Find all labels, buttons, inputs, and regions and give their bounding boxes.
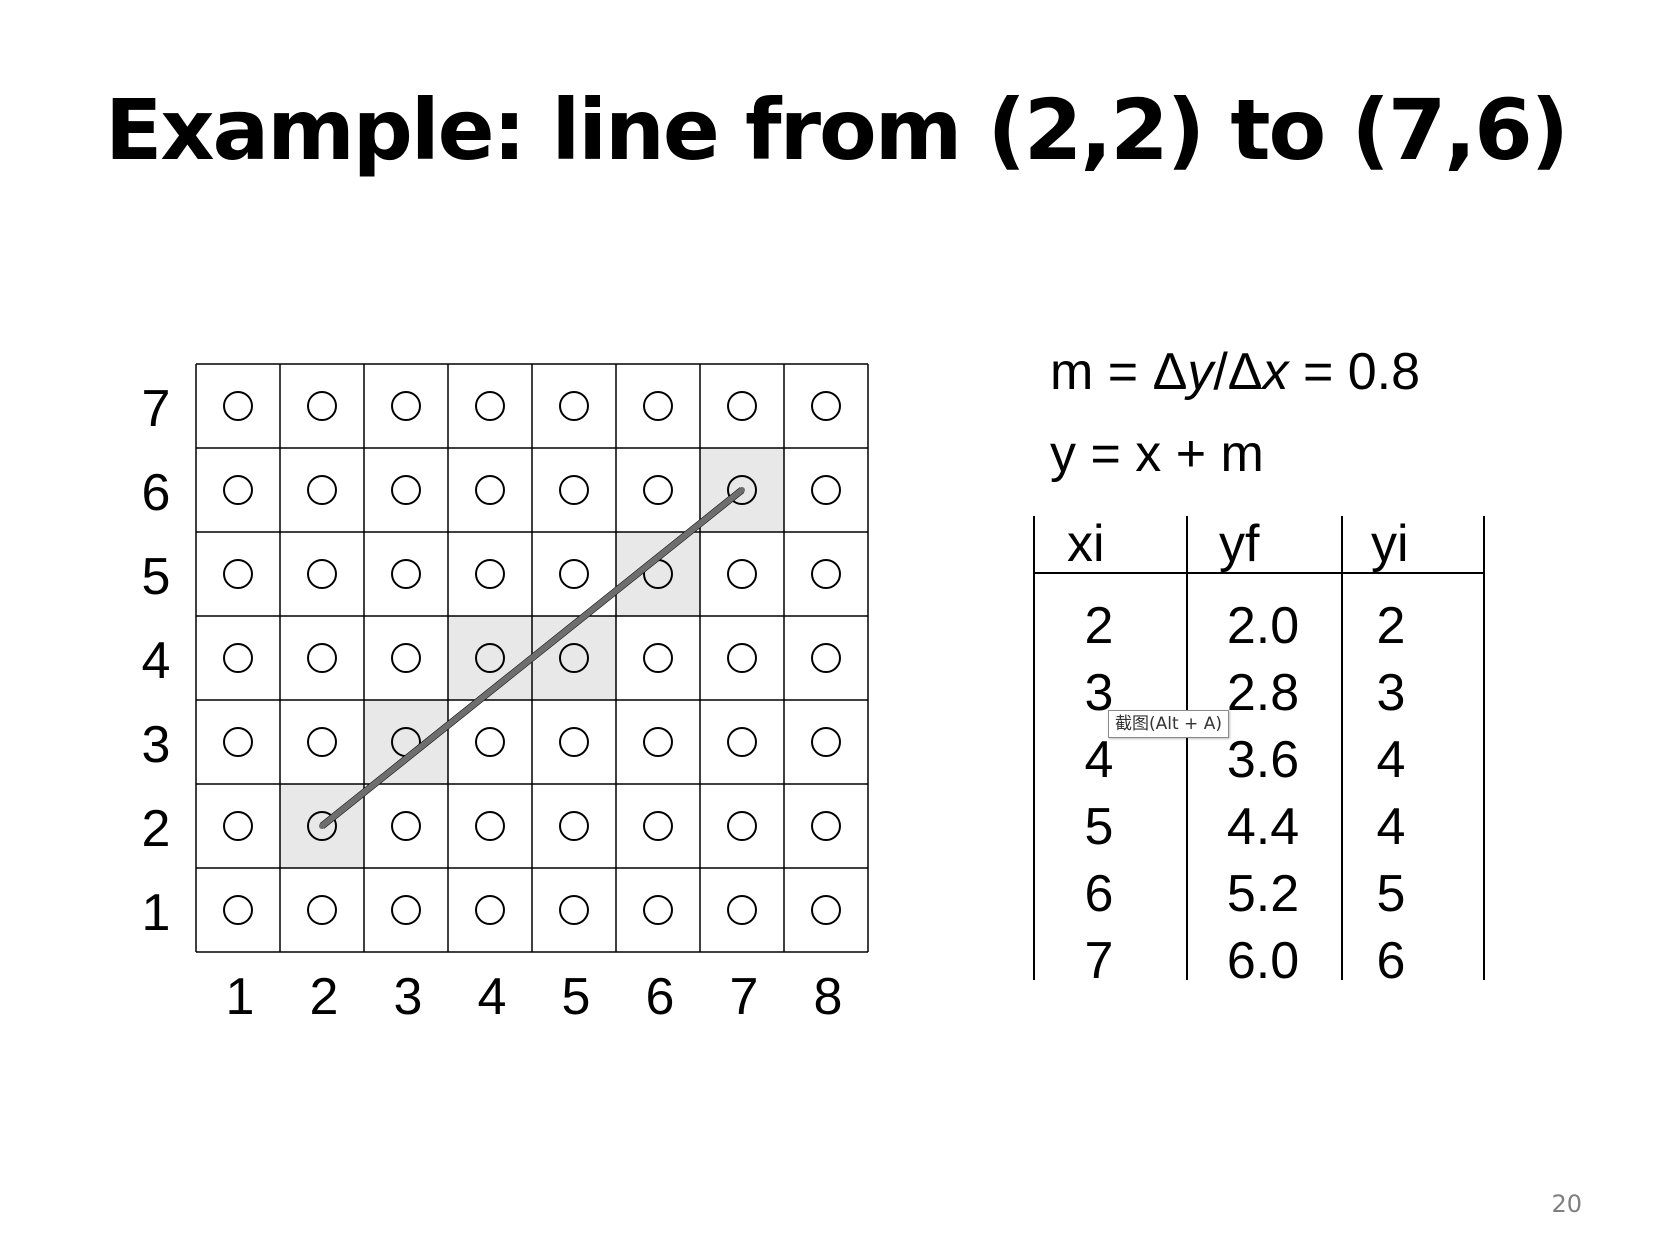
table-header-yf: yf: [1219, 515, 1260, 573]
pixel-center-circle: [727, 559, 757, 589]
pixel-center-circle: [391, 559, 421, 589]
pixel-center-circle: [811, 811, 841, 841]
pixel-center-circle: [559, 811, 589, 841]
x-axis-label: 2: [310, 968, 339, 1026]
pixel-center-circle: [307, 727, 337, 757]
table-divider: [1186, 516, 1188, 980]
y-axis-label: 5: [142, 548, 171, 606]
pixel-center-circle: [727, 391, 757, 421]
pixel-center-circle: [559, 475, 589, 505]
highlighted-pixel: [364, 700, 448, 784]
table-header-yi: yi: [1371, 515, 1409, 573]
table-cell: 4: [1084, 731, 1114, 789]
pixel-center-circle: [307, 559, 337, 589]
pixel-center-circle: [811, 895, 841, 925]
pixel-center-circle: [475, 895, 505, 925]
pixel-center-circle: [391, 895, 421, 925]
pixel-center-circle: [727, 643, 757, 673]
y-axis-label: 4: [142, 632, 171, 690]
pixel-center-circle: [223, 475, 253, 505]
pixel-center-circle: [643, 391, 673, 421]
pixel-center-circle: [475, 811, 505, 841]
pixel-center-circle: [223, 559, 253, 589]
pixel-center-circle: [223, 643, 253, 673]
pixel-center-circle: [643, 727, 673, 757]
pixel-center-circle: [307, 895, 337, 925]
table-cell: 3: [1376, 664, 1406, 722]
x-axis-label: 1: [226, 968, 255, 1026]
x-axis-labels: 12345678: [226, 968, 843, 1026]
pixel-center-circle: [727, 727, 757, 757]
table-cell: 2: [1376, 597, 1406, 655]
page-number: 20: [1551, 1190, 1582, 1218]
table-cell: 6: [1376, 932, 1406, 990]
y-axis-label: 3: [142, 716, 171, 774]
pixel-center-circle: [643, 895, 673, 925]
highlighted-pixel: [616, 532, 700, 616]
table-divider: [1483, 516, 1485, 980]
pixel-center-circle: [811, 559, 841, 589]
pixel-center-circle: [811, 475, 841, 505]
table-cell: 4.4: [1226, 798, 1300, 856]
x-axis-label: 7: [730, 968, 759, 1026]
slope-formula: m = Δy/Δx = 0.8: [1050, 343, 1421, 401]
pixel-center-circle: [475, 559, 505, 589]
pixel-center-circle: [559, 559, 589, 589]
pixel-center-circle: [559, 391, 589, 421]
pixel-center-circle: [391, 643, 421, 673]
table-cell: 6: [1084, 865, 1114, 923]
pixel-center-circle: [391, 475, 421, 505]
table-cell: 2.0: [1226, 597, 1300, 655]
pixel-center-circle: [559, 727, 589, 757]
screenshot-tooltip: 截图(Alt + A): [1108, 710, 1229, 738]
pixel-center-circle: [559, 895, 589, 925]
pixel-center-circle: [643, 475, 673, 505]
pixel-center-circle: [223, 727, 253, 757]
x-axis-label: 6: [646, 968, 675, 1026]
table-cell: 2: [1084, 597, 1114, 655]
x-axis-label: 5: [562, 968, 591, 1026]
pixel-center-circle: [811, 643, 841, 673]
pixel-center-circle: [307, 391, 337, 421]
table-divider: [1033, 516, 1035, 980]
update-formula: y = x + m: [1050, 425, 1264, 483]
x-axis-label: 4: [478, 968, 507, 1026]
pixel-center-circle: [727, 895, 757, 925]
y-axis-label: 2: [142, 800, 171, 858]
table-cell: 5: [1376, 865, 1406, 923]
table-cell: 5: [1084, 798, 1114, 856]
y-axis-label: 7: [142, 380, 171, 438]
pixel-center-circle: [223, 811, 253, 841]
pixel-center-circle: [643, 643, 673, 673]
y-axis-labels: 1 2 3 4 5 6 7: [142, 380, 171, 942]
values-table: xi yf yi 2 2.0 2 3 2.8 3 4 3.6 4 5 4.4 4…: [1033, 515, 1485, 987]
table-cell: 4: [1376, 798, 1406, 856]
pixel-center-circle: [475, 391, 505, 421]
y-axis-label: 1: [142, 884, 171, 942]
y-axis-label: 6: [142, 464, 171, 522]
pixel-center-circle: [391, 811, 421, 841]
pixel-center-circle: [643, 811, 673, 841]
pixel-center-circle: [307, 643, 337, 673]
pixel-center-circle: [391, 391, 421, 421]
table-cell: 7: [1084, 932, 1114, 990]
pixel-center-circle: [475, 475, 505, 505]
table-divider: [1341, 516, 1343, 980]
x-axis-label: 8: [814, 968, 843, 1026]
pixel-center-circle: [811, 727, 841, 757]
table-header-xi: xi: [1067, 515, 1105, 573]
table-cell: 6.0: [1226, 932, 1300, 990]
table-cell: 5.2: [1226, 865, 1300, 923]
pixel-center-circle: [307, 475, 337, 505]
x-axis-label: 3: [394, 968, 423, 1026]
pixel-center-circle: [727, 811, 757, 841]
pixel-center-circle: [811, 391, 841, 421]
pixel-center-circle: [475, 727, 505, 757]
table-cell: 4: [1376, 731, 1406, 789]
pixel-center-circle: [223, 391, 253, 421]
pixel-center-circle: [223, 895, 253, 925]
table-cell: 3.6: [1226, 731, 1300, 789]
